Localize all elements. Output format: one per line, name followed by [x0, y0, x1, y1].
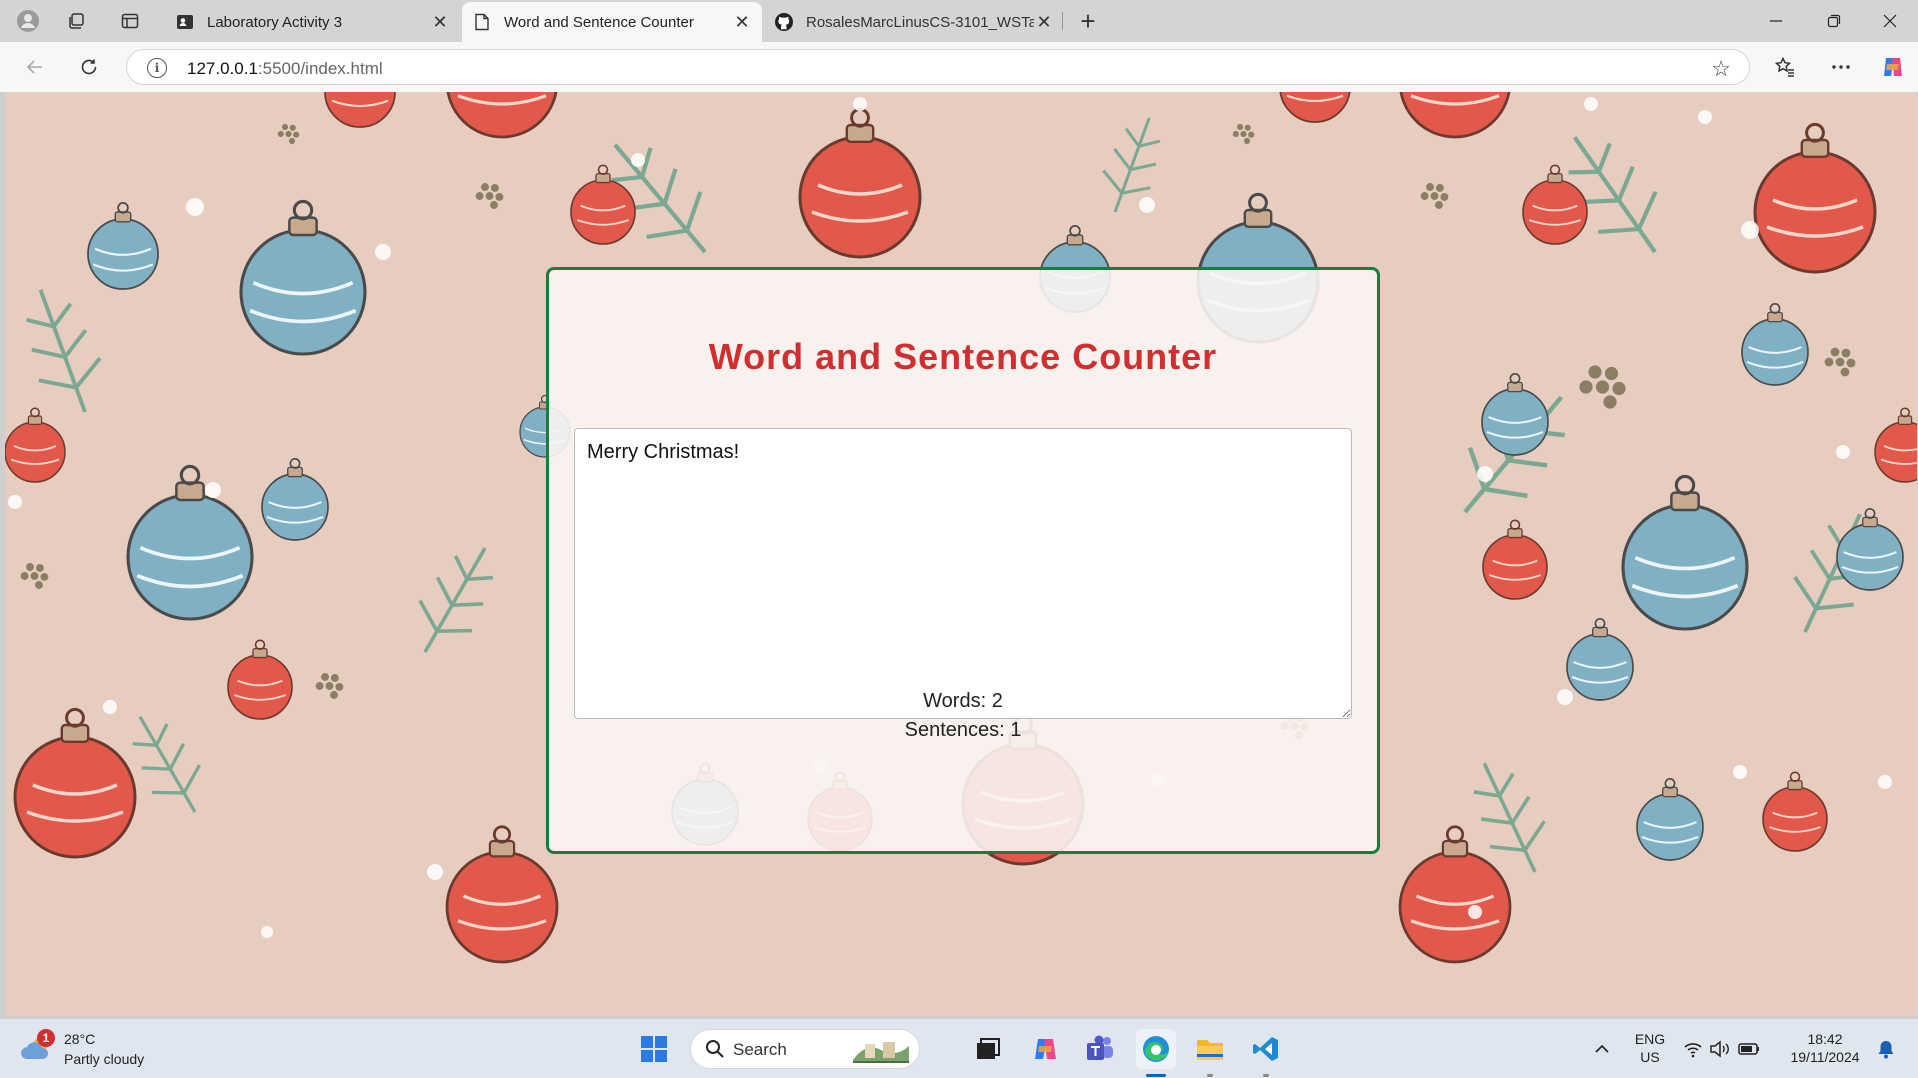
- new-tab-button[interactable]: +: [1073, 6, 1103, 36]
- restore-button[interactable]: [1806, 0, 1862, 42]
- show-hidden-icons-chevron-icon[interactable]: [1582, 1029, 1622, 1069]
- search-label: Search: [733, 1040, 787, 1059]
- search-highlight-icon: [851, 1036, 911, 1069]
- document-icon: [472, 12, 492, 32]
- tab-strip: Laboratory Activity 3 ✕ Word and Sentenc…: [0, 0, 1918, 42]
- tab-word-counter[interactable]: Word and Sentence Counter ✕: [462, 2, 762, 42]
- wifi-volume-battery-icon: [1684, 1040, 1759, 1058]
- weather-condition: Partly cloudy: [64, 1051, 145, 1067]
- file-explorer-icon[interactable]: [1190, 1029, 1230, 1069]
- tab-title: Word and Sentence Counter: [504, 13, 694, 31]
- clock[interactable]: 18:42 19/11/2024: [1780, 1031, 1870, 1065]
- clock-time: 18:42: [1807, 1031, 1843, 1047]
- vscode-icon[interactable]: [1246, 1029, 1286, 1069]
- edge-browser-icon[interactable]: [1136, 1029, 1176, 1069]
- clock-date: 19/11/2024: [1790, 1049, 1860, 1065]
- search-icon: [705, 1039, 725, 1064]
- windows-taskbar: 1 28°C Partly cloudy Search ENG US 18:42…: [0, 1018, 1918, 1078]
- profile-icon[interactable]: [14, 7, 42, 35]
- vertical-tabs-icon[interactable]: [116, 7, 144, 35]
- teams-icon[interactable]: [1080, 1029, 1120, 1069]
- region-label: US: [1640, 1049, 1660, 1065]
- tab-separator: [1062, 12, 1063, 30]
- url-text[interactable]: 127.0.0.1:5500/index.html: [187, 59, 383, 79]
- more-options-icon[interactable]: [1826, 52, 1856, 82]
- tab-github-repo[interactable]: RosalesMarcLinusCS-3101_WSTac ✕: [764, 2, 1064, 42]
- active-app-indicator: [1146, 1074, 1166, 1077]
- copilot-app-icon[interactable]: [1025, 1029, 1065, 1069]
- copilot-icon[interactable]: [1878, 52, 1908, 82]
- taskbar-search[interactable]: Search: [690, 1029, 920, 1069]
- url-path: :5500/index.html: [257, 59, 383, 78]
- weather-widget[interactable]: 1 28°C Partly cloudy: [20, 1029, 180, 1071]
- favorites-icon[interactable]: [1770, 52, 1800, 82]
- back-button[interactable]: [20, 52, 50, 82]
- refresh-button[interactable]: [74, 52, 104, 82]
- tab-title: Laboratory Activity 3: [207, 13, 343, 31]
- page-title: Word and Sentence Counter: [708, 336, 1218, 377]
- browser-toolbar: i 127.0.0.1:5500/index.html ☆: [0, 42, 1918, 92]
- address-bar[interactable]: i 127.0.0.1:5500/index.html ☆: [126, 49, 1750, 85]
- tab-title: RosalesMarcLinusCS-3101_WSTac: [806, 13, 1034, 31]
- text-input[interactable]: [574, 428, 1352, 719]
- github-icon: [774, 12, 794, 32]
- close-window-button[interactable]: [1862, 0, 1918, 42]
- start-button[interactable]: [634, 1029, 674, 1069]
- running-app-indicator: [1207, 1074, 1213, 1077]
- temperature: 28°C: [64, 1031, 96, 1047]
- favorite-star-icon[interactable]: ☆: [1711, 56, 1731, 82]
- minimize-button[interactable]: [1748, 0, 1804, 42]
- close-icon[interactable]: ✕: [732, 12, 752, 32]
- counter-card: Word and Sentence Counter Words: 2 Sente…: [546, 267, 1380, 854]
- notification-bell-icon[interactable]: [1866, 1029, 1906, 1069]
- workspaces-icon[interactable]: [62, 7, 90, 35]
- task-view-icon[interactable]: [968, 1029, 1008, 1069]
- sentence-count: Sentences: 1: [904, 719, 1022, 741]
- tab-laboratory-activity[interactable]: Laboratory Activity 3 ✕: [165, 2, 460, 42]
- site-info-icon[interactable]: i: [147, 58, 167, 78]
- url-host: 127.0.0.1: [187, 59, 258, 78]
- system-tray-status[interactable]: [1678, 1029, 1768, 1069]
- close-icon[interactable]: ✕: [430, 12, 450, 32]
- input-language[interactable]: ENG US: [1630, 1031, 1670, 1065]
- page-viewport: Word and Sentence Counter Words: 2 Sente…: [5, 92, 1917, 1016]
- running-app-indicator: [1263, 1074, 1269, 1077]
- close-icon[interactable]: ✕: [1034, 12, 1054, 32]
- notification-badge: 1: [37, 1029, 55, 1047]
- word-count: Words: 2: [923, 690, 1003, 712]
- contact-card-icon: [175, 12, 195, 32]
- language-label: ENG: [1634, 1031, 1666, 1047]
